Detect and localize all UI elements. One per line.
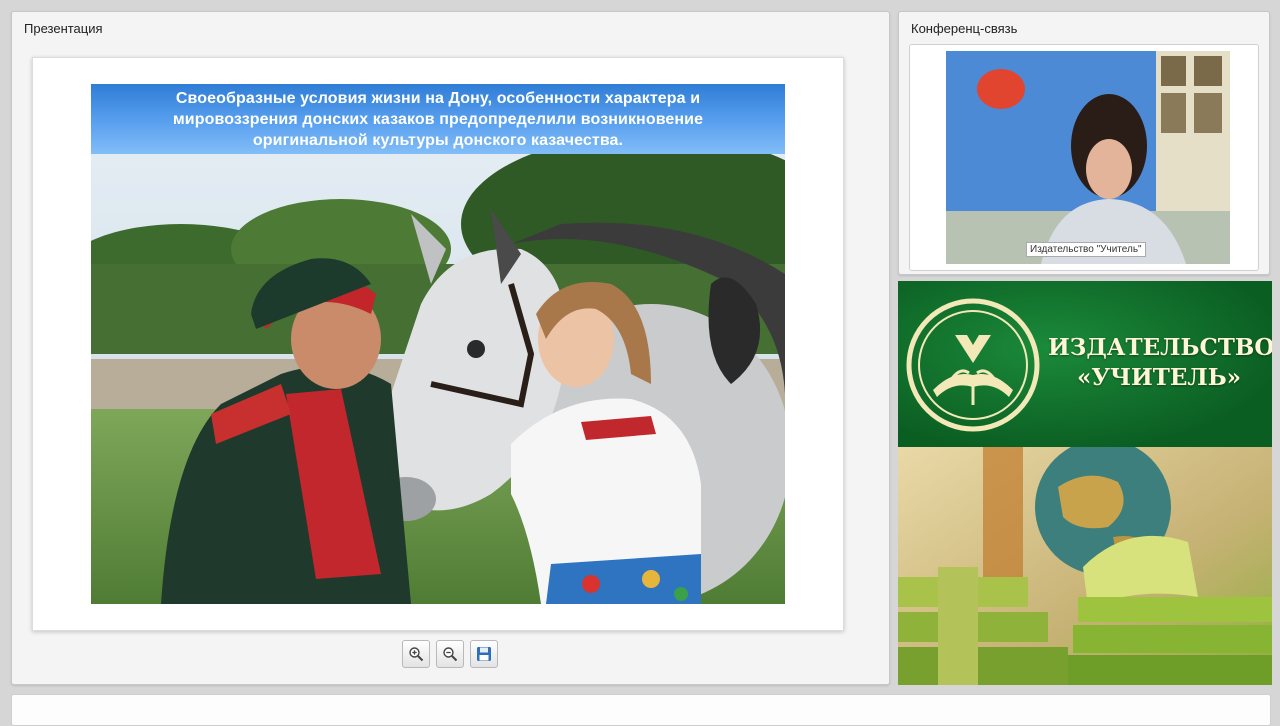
slide-header-text: Своеобразные условия жизни на Дону, особ… <box>91 84 785 154</box>
presenter-video <box>946 51 1230 264</box>
presentation-title: Презентация <box>24 21 103 36</box>
save-icon <box>477 647 491 661</box>
publisher-logo-icon <box>906 298 1040 432</box>
publisher-banner: ИЗДАТЕЛЬСТВО «УЧИТЕЛЬ» <box>898 281 1272 685</box>
zoom-out-button[interactable] <box>436 640 464 668</box>
banner-logo-area: ИЗДАТЕЛЬСТВО «УЧИТЕЛЬ» <box>898 281 1272 447</box>
bottom-panel <box>11 694 1271 726</box>
save-button[interactable] <box>470 640 498 668</box>
cossack-horse-photo <box>91 154 785 604</box>
slide-photo <box>91 154 785 604</box>
video-caption: Издательство "Учитель" <box>1026 242 1146 257</box>
books-globe-image <box>898 439 1272 685</box>
publisher-name: ИЗДАТЕЛЬСТВО «УЧИТЕЛЬ» <box>1048 333 1272 393</box>
books-globe-illustration <box>898 439 1272 685</box>
publisher-name-line2: «УЧИТЕЛЬ» <box>1076 364 1242 391</box>
video-feed[interactable]: Издательство "Учитель" <box>946 51 1230 264</box>
conference-panel: Конференц-связь Издательство "Учитель" <box>898 11 1270 275</box>
video-frame: Издательство "Учитель" <box>909 44 1259 271</box>
presentation-panel: Презентация Своеобразные условия жизни н… <box>11 11 890 685</box>
zoom-in-icon <box>409 647 424 662</box>
zoom-out-icon <box>443 647 458 662</box>
conference-title: Конференц-связь <box>911 21 1018 36</box>
zoom-in-button[interactable] <box>402 640 430 668</box>
presentation-slide: Своеобразные условия жизни на Дону, особ… <box>32 57 844 631</box>
publisher-name-line1: ИЗДАТЕЛЬСТВО <box>1048 334 1272 361</box>
